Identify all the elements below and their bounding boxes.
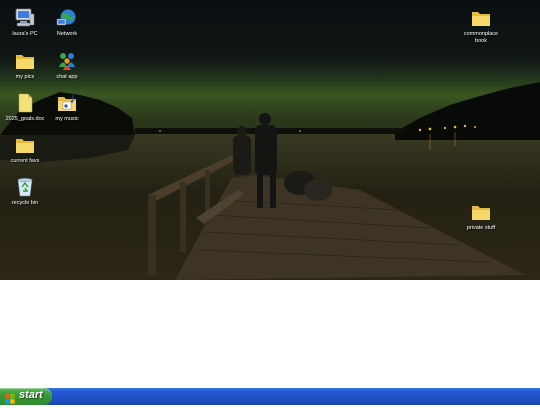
- desktop-icon-chat-app[interactable]: chat app: [44, 51, 90, 81]
- desktop-icon-lauras-pc[interactable]: laura's PC: [2, 8, 48, 38]
- folder-icon: [470, 202, 492, 222]
- desktop-icon-label: 2025_goals.doc: [5, 116, 45, 122]
- taskbar: start: [0, 388, 540, 405]
- desktop-icon-my-music[interactable]: my music: [44, 93, 90, 123]
- start-label: start: [19, 389, 43, 401]
- chat-icon: [56, 51, 78, 71]
- desktop-icon-label: my pics: [15, 74, 35, 80]
- desktop-icon-label: current favs: [10, 158, 40, 164]
- desktop-icon-recycle-bin[interactable]: recycle bin: [2, 177, 48, 207]
- start-button[interactable]: start: [0, 388, 52, 405]
- desktop-icon-private-stuff[interactable]: private stuff: [458, 202, 504, 232]
- desktop-icon-label: chat app: [56, 74, 78, 80]
- document-icon: [14, 93, 36, 113]
- desktop-icon-2025-goals-doc[interactable]: 2025_goals.doc: [2, 93, 48, 123]
- desktop-icon-my-pics[interactable]: my pics: [2, 51, 48, 81]
- folder-icon: [14, 51, 36, 71]
- desktop-icon-label: laura's PC: [12, 31, 38, 37]
- computer-icon: [14, 8, 36, 28]
- desktop-icon-label: my music: [55, 116, 79, 122]
- desktop-icon-label: recycle bin: [11, 200, 39, 206]
- recycle-bin-icon: [14, 177, 36, 197]
- folder-icon: [14, 135, 36, 155]
- windows-flag-icon: [5, 391, 15, 404]
- desktop-icon-current-favs[interactable]: current favs: [2, 135, 48, 165]
- desktop-icon-label: commonplace book: [463, 31, 499, 44]
- network-icon: [56, 8, 78, 28]
- desktop-icon-network[interactable]: Network: [44, 8, 90, 38]
- desktop-icon-commonplace-book[interactable]: commonplace book: [458, 8, 504, 44]
- desktop-icon-label: Network: [56, 31, 78, 37]
- folder-icon: [470, 8, 492, 28]
- music-folder-icon: [56, 93, 78, 113]
- desktop-icon-label: private stuff: [466, 225, 496, 231]
